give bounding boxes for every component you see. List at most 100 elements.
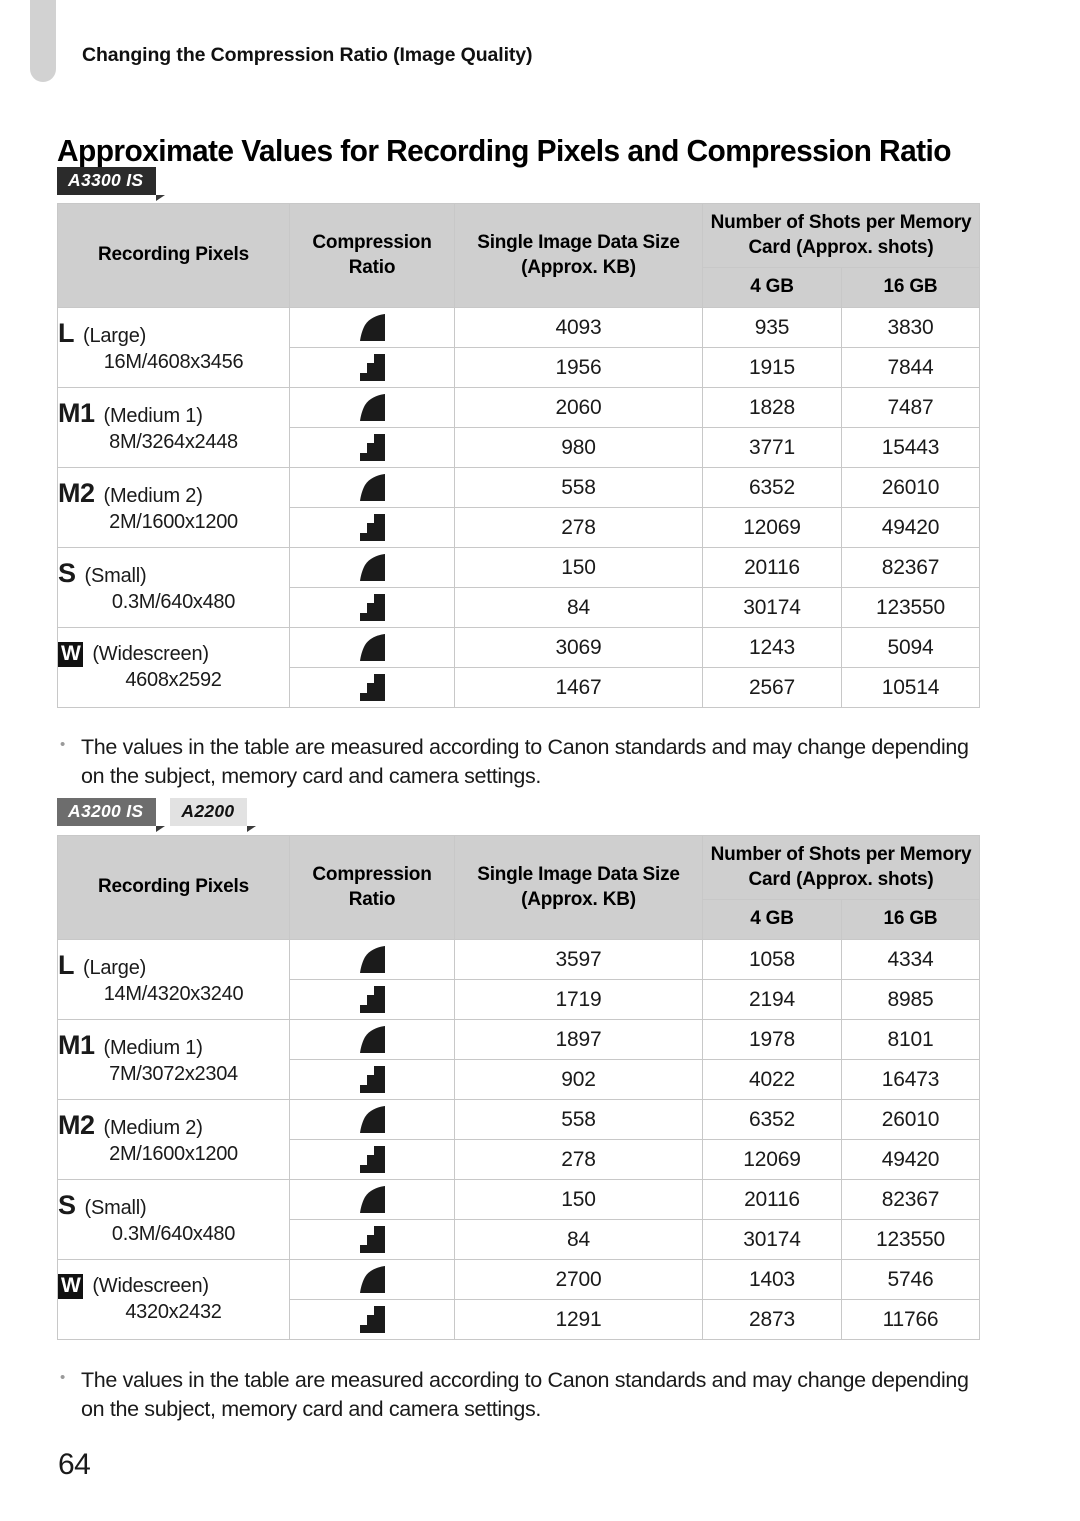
- shots-16gb-cell: 5094: [841, 627, 980, 669]
- size-name: (Small): [84, 564, 147, 587]
- table-row: W (Widescreen) 4608x2592 3069 1243 5094: [57, 627, 980, 709]
- compression-ratio-cell: [289, 667, 455, 709]
- shots-16gb-cell: 123550: [841, 587, 980, 629]
- compression-ratio-cell: [289, 427, 455, 469]
- size-name: (Medium 2): [103, 1116, 203, 1139]
- size-name: (Medium 1): [103, 404, 203, 427]
- compression-normal-icon: [290, 673, 454, 702]
- compression-normal-icon: [290, 1305, 454, 1334]
- shots-16gb-cell: 7844: [841, 347, 980, 389]
- recording-pixels-cell: L (Large) 16M/4608x3456: [57, 307, 290, 389]
- spec-table-a3200is-a2200: Recording Pixels Compression Ratio Single …: [57, 834, 980, 1341]
- image-data-size-cell: 558: [454, 467, 703, 509]
- shots-16gb-cell: 16473: [841, 1059, 980, 1101]
- table-note-2: • The values in the table are measured a…: [57, 1366, 997, 1424]
- shots-4gb-cell: 1915: [702, 347, 842, 389]
- compression-ratio-cell: [289, 1219, 455, 1261]
- size-glyph-icon: M2: [58, 1109, 95, 1140]
- header-capacity-16gb: 16 GB: [841, 899, 980, 941]
- shots-4gb-cell: 6352: [702, 467, 842, 509]
- running-head: Changing the Compression Ratio (Image Qu…: [82, 44, 533, 66]
- compression-ratio-cell: [289, 307, 455, 349]
- recording-pixels-cell: M1 (Medium 1) 7M/3072x2304: [57, 1019, 290, 1101]
- shots-16gb-cell: 82367: [841, 1179, 980, 1221]
- header-capacity-4gb: 4 GB: [702, 267, 842, 309]
- shots-4gb-cell: 935: [702, 307, 842, 349]
- shots-16gb-cell: 5746: [841, 1259, 980, 1301]
- compression-normal-icon: [290, 1065, 454, 1094]
- image-data-size-cell: 150: [454, 547, 703, 589]
- compression-ratio-cell: [289, 1179, 455, 1221]
- compression-fine-icon: [290, 1105, 454, 1134]
- image-data-size-cell: 4093: [454, 307, 703, 349]
- size-glyph-icon: M2: [58, 477, 95, 508]
- compression-fine-icon: [290, 553, 454, 582]
- shots-16gb-cell: 3830: [841, 307, 980, 349]
- size-dimensions: 7M/3072x2304: [109, 1062, 238, 1085]
- compression-ratio-cell: [289, 979, 455, 1021]
- recording-pixels-cell: W (Widescreen) 4608x2592: [57, 627, 290, 709]
- image-data-size-cell: 1719: [454, 979, 703, 1021]
- note-text: The values in the table are measured acc…: [81, 1368, 969, 1422]
- image-data-size-cell: 2700: [454, 1259, 703, 1301]
- shots-4gb-cell: 6352: [702, 1099, 842, 1141]
- chapter-index-tab: [30, 0, 56, 82]
- shots-4gb-cell: 30174: [702, 1219, 842, 1261]
- image-data-size-cell: 150: [454, 1179, 703, 1221]
- compression-fine-icon: [290, 1185, 454, 1214]
- compression-fine-icon: [290, 633, 454, 662]
- shots-4gb-cell: 20116: [702, 1179, 842, 1221]
- image-data-size-cell: 3069: [454, 627, 703, 669]
- table-row: S (Small) 0.3M/640x480 150 20116 82367: [57, 547, 980, 629]
- note-text: The values in the table are measured acc…: [81, 735, 969, 789]
- header-recording-pixels: Recording Pixels: [57, 834, 290, 941]
- image-data-size-cell: 2060: [454, 387, 703, 429]
- table-row: L (Large) 14M/4320x3240 3597 1058 4334: [57, 939, 980, 1021]
- compression-ratio-cell: [289, 547, 455, 589]
- image-data-size-cell: 3597: [454, 939, 703, 981]
- table-row: M1 (Medium 1) 7M/3072x2304 1897 1978 8101: [57, 1019, 980, 1101]
- table-note-1: • The values in the table are measured a…: [57, 733, 997, 791]
- shots-4gb-cell: 4022: [702, 1059, 842, 1101]
- compression-fine-icon: [290, 313, 454, 342]
- image-data-size-cell: 1956: [454, 347, 703, 389]
- shots-4gb-cell: 1978: [702, 1019, 842, 1061]
- compression-normal-icon: [290, 353, 454, 382]
- image-data-size-cell: 84: [454, 1219, 703, 1261]
- model-badge: A3200 IS: [57, 798, 166, 832]
- recording-pixels-cell: M1 (Medium 1) 8M/3264x2448: [57, 387, 290, 469]
- note-bullet-icon: •: [60, 736, 65, 753]
- size-dimensions: 2M/1600x1200: [109, 510, 238, 533]
- shots-16gb-cell: 15443: [841, 427, 980, 469]
- note-bullet-icon: •: [60, 1369, 65, 1386]
- manual-page: Changing the Compression Ratio (Image Qu…: [0, 0, 1080, 1521]
- compression-normal-icon: [290, 513, 454, 542]
- shots-16gb-cell: 8101: [841, 1019, 980, 1061]
- image-data-size-cell: 1291: [454, 1299, 703, 1341]
- badge-fold-icon: [156, 194, 166, 201]
- compression-ratio-cell: [289, 1019, 455, 1061]
- shots-4gb-cell: 2567: [702, 667, 842, 709]
- shots-4gb-cell: 2873: [702, 1299, 842, 1341]
- size-glyph-icon: W: [58, 641, 84, 668]
- shots-16gb-cell: 26010: [841, 1099, 980, 1141]
- header-image-data-size: Single Image Data Size (Approx. KB): [454, 202, 703, 309]
- size-dimensions: 0.3M/640x480: [111, 590, 236, 613]
- badge-fold-icon: [156, 825, 166, 832]
- recording-pixels-cell: L (Large) 14M/4320x3240: [57, 939, 290, 1021]
- spec-table-a3300is: Recording Pixels Compression Ratio Single …: [57, 202, 980, 709]
- image-data-size-cell: 278: [454, 507, 703, 549]
- compression-ratio-cell: [289, 347, 455, 389]
- shots-16gb-cell: 11766: [841, 1299, 980, 1341]
- compression-normal-icon: [290, 433, 454, 462]
- shots-4gb-cell: 12069: [702, 1139, 842, 1181]
- size-dimensions: 2M/1600x1200: [109, 1142, 238, 1165]
- shots-16gb-cell: 123550: [841, 1219, 980, 1261]
- image-data-size-cell: 278: [454, 1139, 703, 1181]
- size-dimensions: 16M/4608x3456: [103, 350, 244, 373]
- image-data-size-cell: 84: [454, 587, 703, 629]
- model-badge: A2200: [170, 798, 257, 832]
- shots-16gb-cell: 7487: [841, 387, 980, 429]
- size-name: (Medium 1): [103, 1036, 203, 1059]
- size-name: (Medium 2): [103, 484, 203, 507]
